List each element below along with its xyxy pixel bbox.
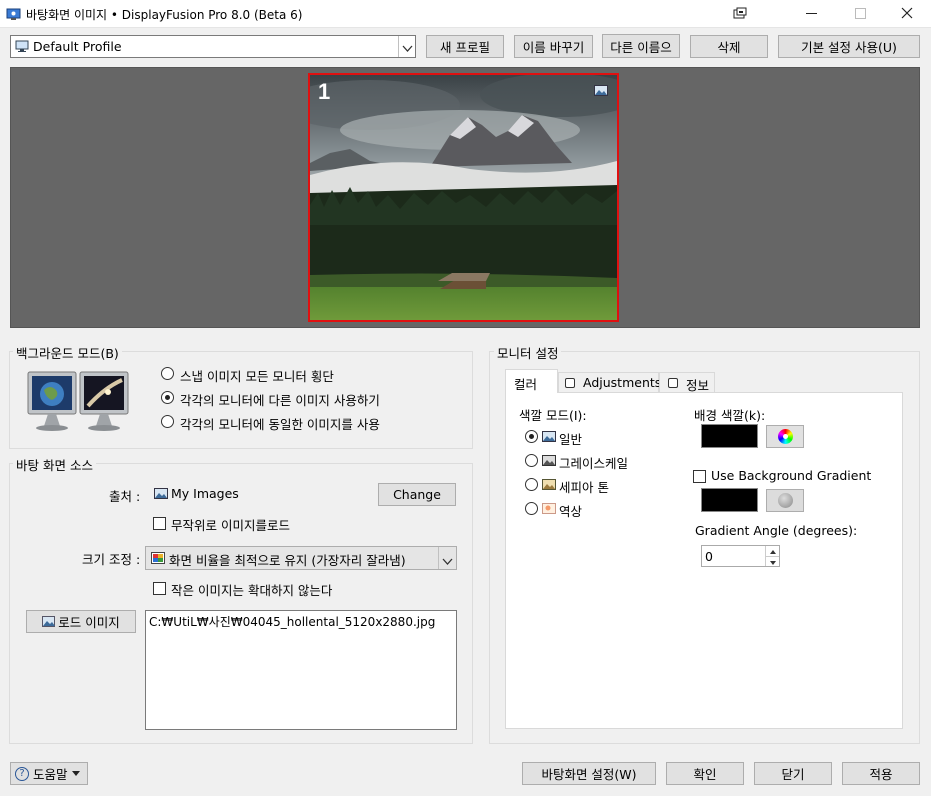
profile-select-value: Default Profile: [33, 39, 122, 54]
grayscale-mode-icon: [542, 455, 556, 466]
monitor-thumbnail[interactable]: 1: [308, 73, 619, 322]
no-enlarge-label[interactable]: 작은 이미지는 확대하지 않는다: [171, 580, 332, 599]
wallpaper-source-title: 바탕 화면 소스: [13, 455, 96, 474]
bg-mode-label-0[interactable]: 스냅 이미지 모든 모니터 횡단: [180, 366, 334, 385]
wallpaper-image: [310, 75, 617, 320]
load-image-icon: [42, 616, 56, 627]
tab-adjustments[interactable]: Adjustments: [558, 372, 662, 392]
source-label: 출처 :: [109, 489, 141, 504]
maximize-icon[interactable]: [855, 8, 866, 19]
gradient-angle-spinner[interactable]: 0: [701, 545, 780, 567]
normal-mode-icon: [542, 431, 556, 442]
monitor-icon: [15, 40, 29, 53]
new-profile-button[interactable]: 새 프로필: [426, 35, 504, 58]
disabled-color-wheel-icon: [777, 493, 793, 508]
help-icon: ?: [15, 766, 29, 781]
color-mode-radio-0[interactable]: [525, 430, 538, 443]
adjustments-tab-icon: [565, 378, 575, 388]
tab-color[interactable]: 컬러: [505, 369, 558, 393]
info-tab-icon: [668, 378, 678, 388]
color-mode-radio-3[interactable]: [525, 502, 538, 515]
background-mode-title: 백그라운드 모드(B): [13, 343, 122, 362]
color-mode-label-1[interactable]: 그레이스케일: [559, 453, 628, 472]
use-gradient-checkbox[interactable]: [693, 470, 706, 483]
set-wallpaper-button[interactable]: 바탕화면 설정(W): [522, 762, 656, 785]
image-badge-icon: [594, 85, 608, 96]
bg-mode-label-1[interactable]: 각각의 모니터에 다른 이미지 사용하기: [180, 390, 380, 409]
caret-down-icon: [71, 771, 80, 776]
minimize-icon[interactable]: [806, 13, 817, 14]
color-mode-label-3[interactable]: 역상: [559, 501, 582, 520]
dropdown-arrow-separator: [398, 36, 399, 57]
bg-mode-label-2[interactable]: 각각의 모니터에 동일한 이미지를 사용: [180, 414, 380, 433]
close-button[interactable]: 닫기: [754, 762, 832, 785]
help-button[interactable]: ? 도움말: [10, 762, 88, 785]
tab-color-label: 컬러: [514, 377, 538, 392]
bg-mode-radio-0[interactable]: [161, 367, 174, 380]
tab-info[interactable]: 정보: [659, 372, 715, 393]
gradient-angle-value: 0: [705, 549, 713, 564]
bg-color-label: 배경 색깔(k):: [694, 408, 766, 423]
apply-button[interactable]: 적용: [842, 762, 920, 785]
ok-button[interactable]: 확인: [666, 762, 744, 785]
source-image-icon: [154, 488, 168, 499]
tab-adjustments-label: Adjustments: [583, 375, 662, 390]
resize-dropdown-separator: [438, 547, 439, 569]
color-wheel-icon: [777, 429, 793, 444]
spinner-down-icon[interactable]: [765, 556, 779, 566]
app-icon: [6, 6, 21, 21]
change-source-button[interactable]: Change: [378, 483, 456, 506]
bg-color-picker-button[interactable]: [766, 425, 804, 448]
resize-mode-select[interactable]: 화면 비율을 최적으로 유지 (가장자리 잘라냄): [145, 546, 457, 570]
bg-mode-radio-1[interactable]: [161, 391, 174, 404]
window-title: 바탕화면 이미지 • DisplayFusion Pro 8.0 (Beta 6…: [26, 8, 303, 22]
profile-select[interactable]: Default Profile: [10, 35, 416, 58]
gradient-angle-label: Gradient Angle (degrees):: [695, 523, 858, 538]
image-path-item[interactable]: C:₩UtiL₩사진₩04045_hollental_5120x2880.jpg: [149, 613, 435, 630]
title-bar: 바탕화면 이미지 • DisplayFusion Pro 8.0 (Beta 6…: [0, 0, 931, 28]
monitor-number-label: 1: [318, 79, 331, 104]
color-mode-radio-2[interactable]: [525, 478, 538, 491]
random-load-label[interactable]: 무작위로 이미지를로드: [171, 515, 290, 534]
resize-label: 크기 조정 :: [82, 552, 141, 567]
rename-button[interactable]: 이름 바꾸기: [514, 35, 593, 58]
color-mode-label: 색깔 모드(I):: [519, 408, 587, 423]
color-mode-label-0[interactable]: 일반: [559, 429, 582, 448]
help-label: 도움말: [33, 767, 68, 782]
resize-mode-value: 화면 비율을 최적으로 유지 (가장자리 잘라냄): [169, 553, 406, 568]
source-value: My Images: [171, 486, 239, 501]
load-image-button[interactable]: 로드 이미지: [26, 610, 136, 633]
delete-button[interactable]: 삭제: [690, 35, 768, 58]
close-icon[interactable]: [900, 6, 914, 20]
load-image-label: 로드 이미지: [58, 615, 120, 630]
save-as-button[interactable]: 다른 이름으: [602, 34, 680, 58]
spinner-up-icon[interactable]: [765, 546, 779, 556]
bg-color-swatch[interactable]: [701, 424, 758, 448]
use-default-button[interactable]: 기본 설정 사용(U): [778, 35, 920, 58]
chevron-down-icon[interactable]: [402, 42, 413, 52]
image-path-list[interactable]: C:₩UtiL₩사진₩04045_hollental_5120x2880.jpg: [145, 610, 457, 730]
no-enlarge-checkbox[interactable]: [153, 582, 166, 595]
chevron-down-icon[interactable]: [442, 555, 453, 565]
use-gradient-label[interactable]: Use Background Gradient: [711, 468, 871, 483]
color-mode-radio-1[interactable]: [525, 454, 538, 467]
invert-mode-icon: [542, 503, 556, 514]
dual-monitors-icon: [26, 368, 130, 434]
sepia-mode-icon: [542, 479, 556, 490]
random-load-checkbox[interactable]: [153, 517, 166, 530]
color-mode-label-2[interactable]: 세피아 톤: [559, 477, 609, 496]
bg-mode-radio-2[interactable]: [161, 415, 174, 428]
gradient-color-swatch[interactable]: [701, 488, 758, 512]
resize-mode-icon: [151, 552, 165, 564]
pin-icon[interactable]: [733, 7, 747, 20]
monitor-settings-title: 모니터 설정: [494, 343, 562, 362]
gradient-color-picker-button[interactable]: [766, 489, 804, 512]
